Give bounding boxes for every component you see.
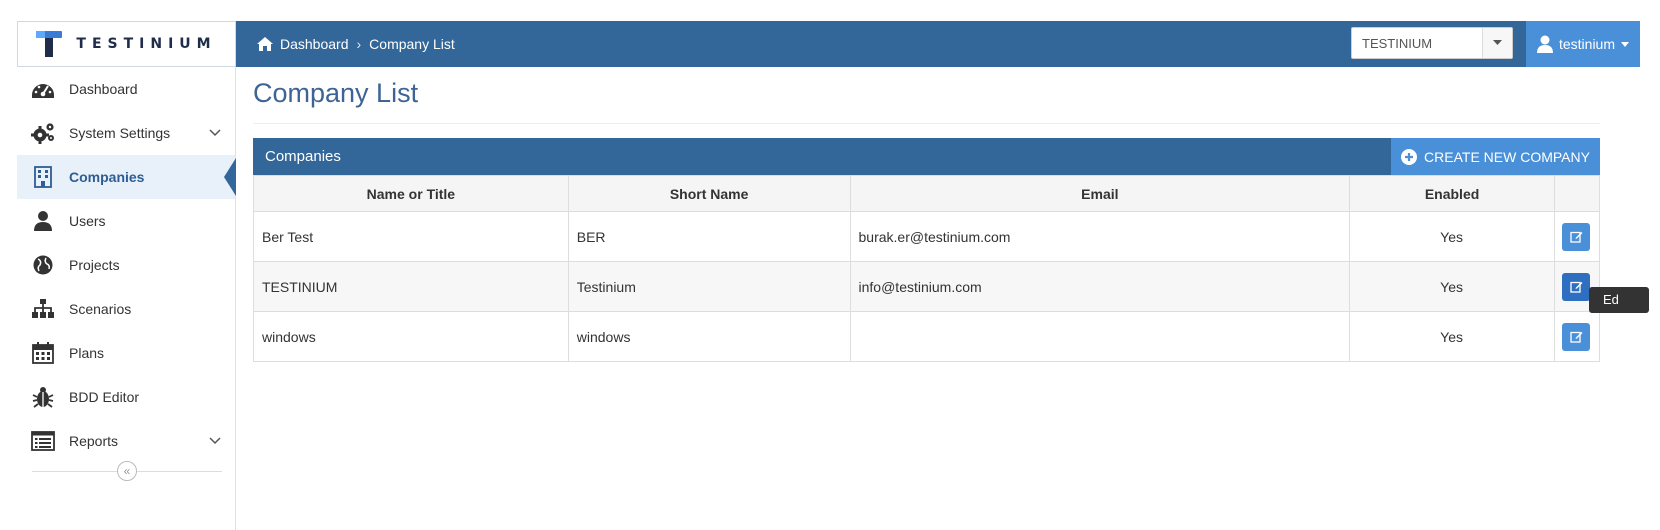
gears-icon: [31, 123, 54, 144]
calendar-icon: [32, 342, 54, 364]
organization-select[interactable]: TESTINIUM: [1351, 27, 1513, 59]
sidebar-item-label: Reports: [69, 433, 119, 449]
edit-icon: [1570, 331, 1583, 343]
sidebar-item-bdd-editor[interactable]: BDD Editor: [17, 375, 235, 419]
building-icon: [34, 166, 52, 188]
username-label: testinium: [1558, 36, 1616, 52]
sidebar: Dashboard System Settings Companies User…: [17, 67, 236, 530]
cell-enabled: Yes: [1349, 211, 1555, 262]
cell-short-name: Testinium: [567, 261, 851, 312]
column-header-name[interactable]: Name or Title: [253, 175, 569, 212]
breadcrumb: Dashboard › Company List: [256, 21, 455, 67]
edit-button[interactable]: [1562, 322, 1591, 351]
sidebar-item-projects[interactable]: Projects: [17, 243, 235, 287]
cell-email: info@testinium.com: [849, 261, 1351, 312]
sidebar-item-system-settings[interactable]: System Settings: [17, 111, 235, 155]
brand-logo[interactable]: TESTINIUM: [17, 21, 236, 67]
caret-down-icon: [1493, 40, 1502, 45]
cell-short-name: windows: [567, 311, 851, 362]
cell-name: TESTINIUM: [253, 261, 569, 312]
companies-panel-header: Companies CREATE NEW COMPANY: [253, 138, 1600, 175]
sidebar-item-label: Companies: [69, 169, 145, 185]
cell-email: burak.er@testinium.com: [849, 211, 1351, 262]
active-indicator: [224, 158, 236, 196]
plus-circle-icon: [1401, 148, 1418, 165]
sidebar-item-label: BDD Editor: [69, 389, 140, 405]
table-header-row: Name or Title Short Name Email Enabled: [253, 175, 1601, 212]
user-icon: [34, 211, 52, 231]
cell-name: Ber Test: [253, 211, 569, 262]
companies-table: Name or Title Short Name Email Enabled B…: [253, 175, 1601, 362]
user-icon: [1536, 35, 1553, 53]
home-icon: [257, 37, 273, 51]
sidebar-item-label: System Settings: [69, 125, 171, 141]
edit-tooltip: Ed: [1589, 287, 1649, 313]
cell-email: [849, 311, 1351, 362]
sidebar-item-reports[interactable]: Reports: [17, 419, 235, 463]
sidebar-item-plans[interactable]: Plans: [17, 331, 235, 375]
sitemap-icon: [32, 299, 54, 318]
top-navbar: Dashboard › Company List TESTINIUM testi…: [236, 21, 1640, 67]
sidebar-item-label: Projects: [69, 257, 120, 273]
cell-enabled: Yes: [1349, 261, 1555, 312]
sidebar-collapse-button[interactable]: «: [117, 461, 137, 481]
cell-actions: [1553, 311, 1601, 362]
edit-icon: [1570, 281, 1583, 293]
breadcrumb-dashboard-link[interactable]: Dashboard: [280, 36, 349, 52]
cell-name: windows: [253, 311, 569, 362]
table-row: Ber Test BER burak.er@testinium.com Yes: [253, 211, 1601, 262]
report-list-icon: [31, 431, 55, 451]
sidebar-item-label: Plans: [69, 345, 105, 361]
chevron-down-icon: [209, 437, 221, 445]
globe-icon: [33, 255, 53, 275]
panel-title: Companies: [265, 148, 341, 165]
sidebar-item-label: Scenarios: [69, 301, 132, 317]
caret-down-icon: [1621, 41, 1630, 47]
title-divider: [253, 123, 1600, 124]
column-header-enabled[interactable]: Enabled: [1349, 175, 1555, 212]
testinium-logo-icon: [36, 31, 63, 57]
column-header-email[interactable]: Email: [849, 175, 1351, 212]
sidebar-item-dashboard[interactable]: Dashboard: [17, 67, 235, 111]
edit-icon: [1570, 231, 1583, 243]
cell-short-name: BER: [567, 211, 851, 262]
bug-icon: [32, 387, 54, 408]
create-new-company-button[interactable]: CREATE NEW COMPANY: [1391, 138, 1600, 175]
edit-button[interactable]: [1562, 272, 1591, 301]
breadcrumb-separator: ›: [356, 36, 362, 52]
column-header-short-name[interactable]: Short Name: [567, 175, 851, 212]
sidebar-item-scenarios[interactable]: Scenarios: [17, 287, 235, 331]
sidebar-item-label: Dashboard: [69, 81, 138, 97]
sidebar-item-companies[interactable]: Companies: [17, 155, 236, 199]
edit-button[interactable]: [1562, 222, 1591, 251]
page-title: Company List: [253, 78, 419, 108]
create-new-company-label: CREATE NEW COMPANY: [1424, 148, 1590, 165]
table-row: TESTINIUM Testinium info@testinium.com Y…: [253, 261, 1601, 312]
chevron-down-icon: [209, 129, 221, 137]
brand-name: TESTINIUM: [76, 36, 217, 52]
organization-select-value: TESTINIUM: [1362, 35, 1433, 51]
cell-enabled: Yes: [1349, 311, 1555, 362]
user-menu-button[interactable]: testinium: [1526, 21, 1640, 67]
dashboard-icon: [32, 84, 54, 98]
table-row: windows windows Yes: [253, 311, 1601, 362]
column-header-actions: [1553, 175, 1601, 212]
select-caret-button[interactable]: [1482, 28, 1512, 58]
breadcrumb-current: Company List: [369, 36, 455, 52]
sidebar-item-users[interactable]: Users: [17, 199, 235, 243]
cell-actions: [1553, 211, 1601, 262]
sidebar-item-label: Users: [69, 213, 106, 229]
